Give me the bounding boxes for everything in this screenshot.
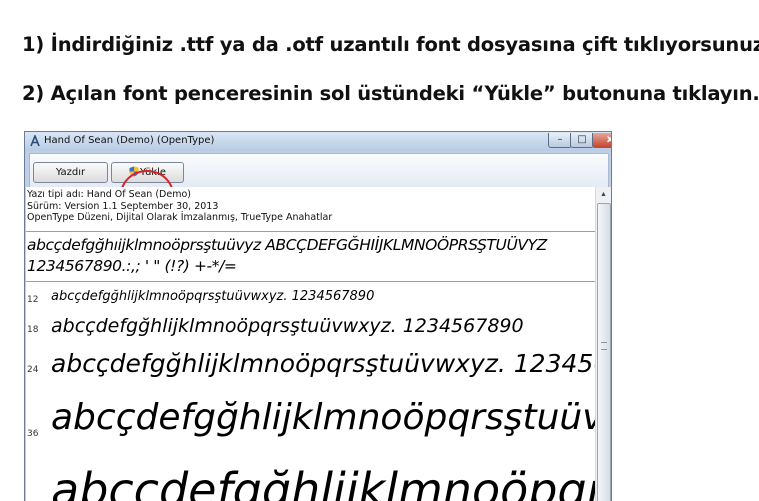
minimize-button[interactable]: – xyxy=(548,133,572,148)
charset-symbols: 1234567890.:,; ' " (!?) +-*/= xyxy=(27,257,237,275)
scrollbar-thumb[interactable] xyxy=(597,203,611,501)
size-label: 18 xyxy=(27,325,39,335)
install-button[interactable]: Yükle xyxy=(111,162,184,183)
sample-text: abcçdefgğhlijklmnoöpqrsştuüvwxyz. 123456… xyxy=(51,463,595,501)
print-button-label: Yazdır xyxy=(55,167,86,178)
character-set: abcçdefgğhıijklmnoöprsştuüvyz ABCÇDEFGĞH… xyxy=(27,235,547,277)
close-button[interactable]: x xyxy=(592,133,611,148)
separator xyxy=(26,231,595,232)
window-title: Hand Of Sean (Demo) (OpenType) xyxy=(44,135,215,146)
font-preview-window: Hand Of Sean (Demo) (OpenType) – □ x Yaz… xyxy=(24,131,612,501)
size-label: 24 xyxy=(27,365,39,375)
sample-text: abcçdefgğhlijklmnoöpqrsştuüvwxyz. 123456… xyxy=(51,315,524,337)
vertical-scrollbar[interactable]: ▲ xyxy=(595,187,611,501)
instruction-step-1: 1) İndirdiğiniz .ttf ya da .otf uzantılı… xyxy=(22,33,759,56)
install-button-label: Yükle xyxy=(139,167,167,178)
charset-letters: abcçdefgğhıijklmnoöprsştuüvyz ABCÇDEFGĞH… xyxy=(27,236,547,254)
font-name: Yazı tipi adı: Hand Of Sean (Demo) xyxy=(27,189,191,200)
maximize-button[interactable]: □ xyxy=(570,133,594,148)
font-preview-area: Yazı tipi adı: Hand Of Sean (Demo) Sürüm… xyxy=(26,187,595,501)
sample-text: abcçdefgğhlijklmnoöpqrsştuüvwxyz. 123456… xyxy=(51,289,375,304)
font-type: OpenType Düzeni, Dijital Olarak İmzalanm… xyxy=(27,212,333,223)
separator xyxy=(26,281,595,282)
font-info: Yazı tipi adı: Hand Of Sean (Demo) Sürüm… xyxy=(27,189,332,224)
size-label: 36 xyxy=(27,429,39,439)
size-label: 12 xyxy=(27,295,39,305)
scroll-up-icon[interactable]: ▲ xyxy=(597,188,610,202)
grip-icon xyxy=(601,342,607,350)
sample-text: abcçdefgğhlijklmnoöpqrsştuüvwxyz. 123456… xyxy=(51,349,595,378)
sample-text: abcçdefgğhlijklmnoöpqrsştuüvwxyz. 123456… xyxy=(51,397,595,438)
toolbar: Yazdır Yükle xyxy=(29,153,609,220)
title-bar: Hand Of Sean (Demo) (OpenType) – □ x xyxy=(25,132,611,151)
font-app-icon xyxy=(29,133,41,147)
print-button[interactable]: Yazdır xyxy=(33,162,108,183)
instruction-step-2: 2) Açılan font penceresinin sol üstündek… xyxy=(22,82,759,105)
font-version: Sürüm: Version 1.1 September 30, 2013 xyxy=(27,200,219,212)
shield-icon xyxy=(129,165,139,177)
